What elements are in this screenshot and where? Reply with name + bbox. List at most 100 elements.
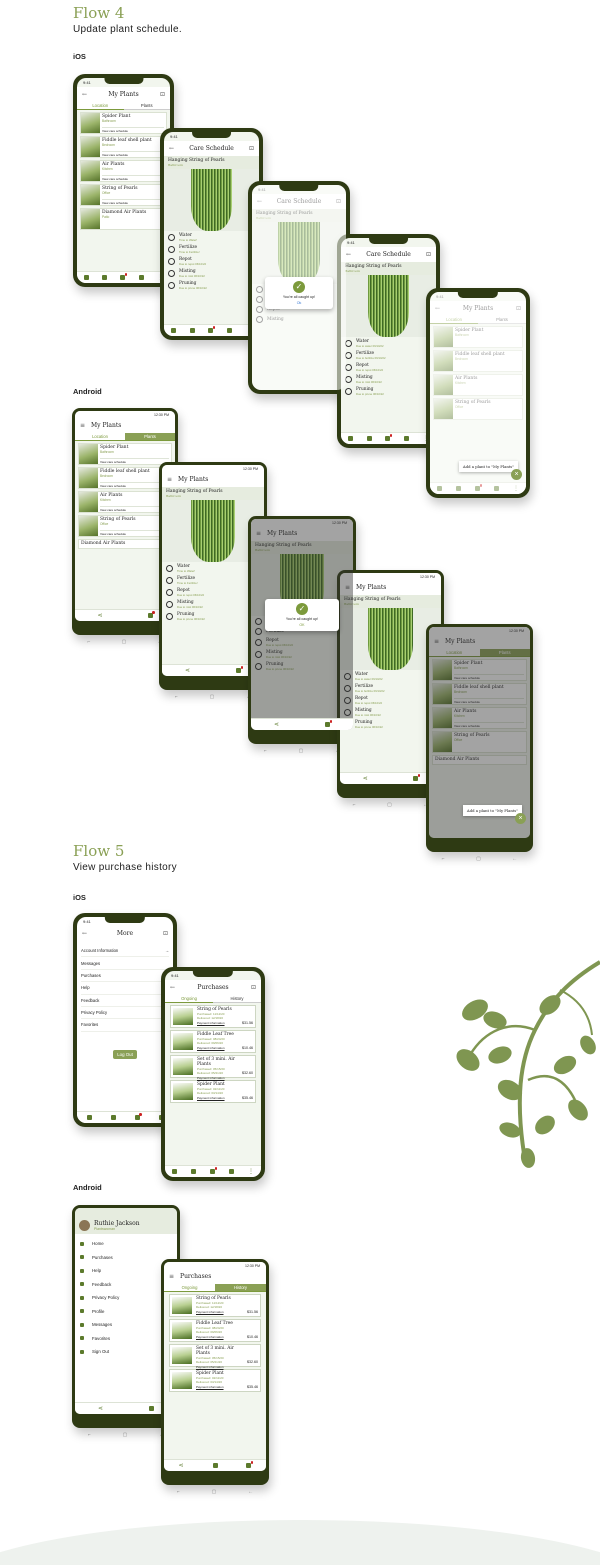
- notification-icon[interactable]: [120, 273, 128, 280]
- home-icon[interactable]: [86, 1115, 92, 1120]
- person-icon[interactable]: [191, 1169, 196, 1174]
- add-plant-popup[interactable]: Add a plant to "My Plants": [458, 461, 518, 472]
- notification-icon[interactable]: [385, 434, 393, 441]
- share-icon[interactable]: ⋖: [185, 667, 190, 674]
- list-item[interactable]: Fiddle leaf shell plant Bedroom View care …: [78, 467, 172, 489]
- recent-apps-icon[interactable]: ⌐: [175, 694, 178, 700]
- notification-icon[interactable]: [210, 1167, 217, 1174]
- cart-icon[interactable]: [138, 275, 144, 280]
- home-square-icon[interactable]: ▢: [476, 856, 481, 862]
- cart-icon[interactable]: [227, 328, 233, 333]
- payment-info-link[interactable]: Payment information: [197, 1021, 238, 1025]
- task-row[interactable]: PruningDue to prune 06/10/22✓: [341, 385, 436, 397]
- cart-icon[interactable]: [413, 774, 421, 781]
- add-plant-popup[interactable]: Add a plant to "My Plants": [462, 805, 522, 816]
- payment-info-link[interactable]: Payment information: [196, 1335, 243, 1339]
- close-fab-button[interactable]: ×: [515, 813, 526, 824]
- person-icon[interactable]: [110, 1115, 116, 1120]
- task-row[interactable]: RepotDue to repot 06/10/22✓: [164, 255, 259, 267]
- payment-info-link[interactable]: Payment information: [196, 1365, 243, 1369]
- logout-button[interactable]: Log Out: [113, 1049, 137, 1059]
- home-square-icon[interactable]: ▢: [123, 1432, 128, 1438]
- purchase-item[interactable]: Fiddle Leaf Tree Purchased: 08/24/20 Deliv…: [169, 1319, 261, 1342]
- payment-info-link[interactable]: Payment information: [197, 1046, 238, 1050]
- person-icon[interactable]: [189, 328, 195, 333]
- more-icon[interactable]: ⋮: [248, 1168, 254, 1175]
- menu-item[interactable]: Purchases: [81, 970, 169, 983]
- drawer-item[interactable]: Purchases: [80, 1251, 172, 1265]
- view-care-link[interactable]: View care schedule: [102, 127, 164, 133]
- task-row[interactable]: WaterTime to Water!×: [164, 231, 259, 243]
- share-icon[interactable]: ⋖: [363, 775, 368, 782]
- menu-item[interactable]: Feedback: [81, 995, 169, 1007]
- notification-icon[interactable]: [246, 1461, 254, 1468]
- menu-item[interactable]: Messages: [81, 957, 169, 970]
- view-care-link[interactable]: View care schedule: [100, 458, 169, 464]
- cart-icon[interactable]: [147, 611, 155, 618]
- cart-icon[interactable]: ⊡: [251, 984, 256, 991]
- task-row[interactable]: PruningDue to prune 06/10/22✓: [164, 279, 259, 291]
- home-square-icon[interactable]: ▢: [122, 639, 127, 645]
- drawer-item[interactable]: Profile: [80, 1305, 172, 1319]
- task-row[interactable]: FertilizeTime to Fertilize!×: [164, 243, 259, 255]
- purchase-item[interactable]: Set of 3 mini. Air Plants Purchased: 05/1…: [169, 1344, 261, 1369]
- person-icon[interactable]: [102, 275, 108, 280]
- purchase-item[interactable]: Fiddle Leaf Tree Purchased: 08/24/20 Deliv…: [170, 1030, 256, 1053]
- list-item[interactable]: Air Plants Kitchen View care schedule: [80, 160, 167, 182]
- task-row[interactable]: FertilizeDue to fertilize 06/10/22✓: [341, 349, 436, 361]
- home-square-icon[interactable]: ▢: [387, 802, 392, 808]
- cart-icon[interactable]: [212, 1463, 218, 1468]
- tab-ongoing[interactable]: Ongoing: [165, 995, 213, 1003]
- purchase-item[interactable]: String of Pearls Purchased: 11/12/20 Deliv…: [170, 1005, 256, 1028]
- list-item[interactable]: Diamond Air Plants Patio: [80, 208, 167, 230]
- list-item[interactable]: Fiddle leaf shell plant Bedroom View care …: [80, 136, 167, 158]
- notification-icon[interactable]: [134, 1113, 142, 1120]
- payment-info-link[interactable]: Payment information: [197, 1076, 238, 1080]
- task-row[interactable]: WaterDue to water 06/10/22✓: [341, 337, 436, 349]
- tab-plants[interactable]: Plants: [123, 102, 170, 110]
- close-fab-button[interactable]: ×: [511, 469, 522, 480]
- share-icon[interactable]: ⋖: [178, 1462, 183, 1469]
- purchase-item[interactable]: Spider Plant Purchased: 02/11/20 Delivered…: [169, 1369, 261, 1392]
- purchase-item[interactable]: String of Pearls Purchased: 11/12/20 Deliv…: [169, 1294, 261, 1317]
- home-square-icon[interactable]: ▢: [299, 748, 304, 754]
- home-square-icon[interactable]: ▢: [210, 694, 215, 700]
- task-row[interactable]: RepotDue to repot 06/10/22✓: [341, 361, 436, 373]
- home-icon[interactable]: [170, 328, 176, 333]
- list-item[interactable]: Diamond Air Plants: [78, 539, 172, 549]
- cart-icon[interactable]: ⊡: [163, 930, 168, 937]
- tab-ongoing[interactable]: Ongoing: [164, 1284, 215, 1292]
- list-item[interactable]: Air Plants Kitchen View care schedule: [78, 491, 172, 513]
- drawer-item[interactable]: Favorites: [80, 1332, 172, 1346]
- view-care-link[interactable]: View care schedule: [102, 175, 164, 181]
- recent-apps-icon[interactable]: ⌐: [177, 1489, 180, 1495]
- tab-history[interactable]: History: [213, 995, 261, 1003]
- view-care-link[interactable]: View care schedule: [102, 199, 164, 205]
- recent-apps-icon[interactable]: ⌐: [88, 639, 91, 645]
- recent-apps-icon[interactable]: ⌐: [88, 1432, 91, 1438]
- list-item[interactable]: Spider Plant Bathroom View care schedule: [80, 112, 167, 134]
- payment-info-link[interactable]: Payment information: [196, 1310, 243, 1314]
- cart-icon[interactable]: [149, 1406, 154, 1411]
- home-icon[interactable]: [347, 436, 353, 441]
- home-square-icon[interactable]: ▢: [212, 1489, 217, 1495]
- recent-apps-icon[interactable]: ⌐: [353, 802, 356, 808]
- home-icon[interactable]: [172, 1169, 177, 1174]
- cart-icon[interactable]: [236, 666, 243, 673]
- back-icon[interactable]: ←: [248, 1489, 253, 1495]
- tab-plants[interactable]: Plants: [125, 433, 175, 441]
- drawer-item[interactable]: Home: [80, 1237, 172, 1251]
- home-icon[interactable]: [83, 275, 89, 280]
- share-icon[interactable]: ⋖: [98, 1405, 103, 1412]
- tab-location[interactable]: Location: [75, 433, 125, 441]
- menu-item[interactable]: Privacy Policy: [81, 1007, 169, 1020]
- drawer-item[interactable]: Help: [80, 1264, 172, 1278]
- payment-info-link[interactable]: Payment information: [196, 1385, 243, 1389]
- notification-icon[interactable]: [208, 326, 216, 333]
- ok-button[interactable]: Ok: [267, 301, 331, 305]
- back-icon[interactable]: ←: [512, 856, 517, 862]
- drawer-item[interactable]: Sign Out: [80, 1345, 172, 1359]
- drawer-item[interactable]: Privacy Policy: [80, 1291, 172, 1305]
- list-item[interactable]: Spider Plant Bathroom View care schedule: [78, 443, 172, 465]
- menu-item[interactable]: Favorites: [81, 1019, 169, 1032]
